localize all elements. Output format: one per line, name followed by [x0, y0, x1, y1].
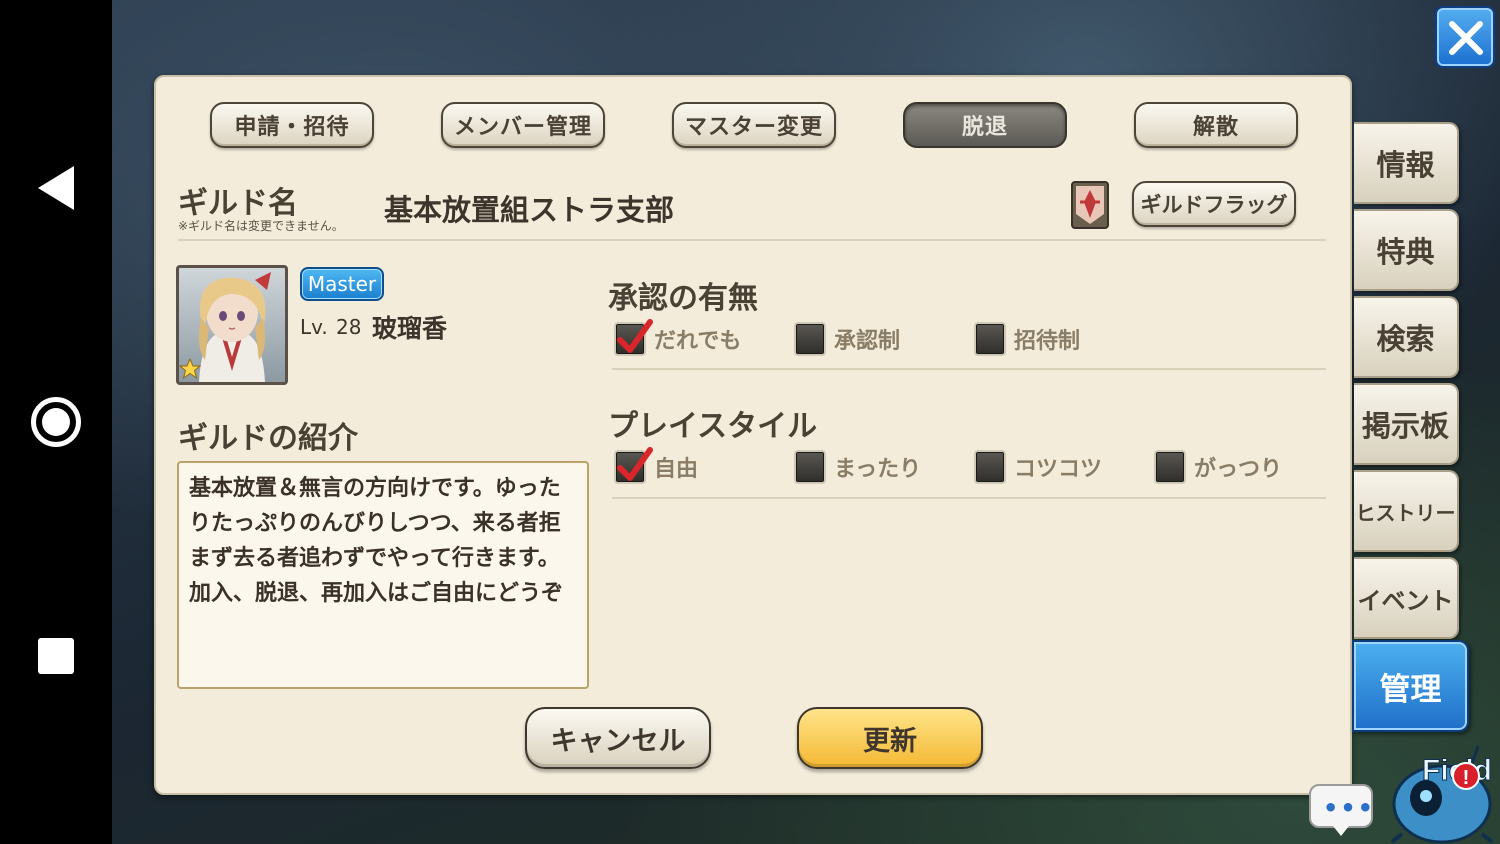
- side-tab-manage[interactable]: 管理: [1352, 640, 1469, 732]
- approval-option-invite[interactable]: 招待制: [974, 321, 1080, 357]
- playstyle-option-free[interactable]: 自由: [614, 447, 699, 485]
- home-icon[interactable]: [31, 397, 81, 447]
- option-label: だれでも: [654, 329, 742, 354]
- checkbox[interactable]: [794, 450, 826, 484]
- side-tab-search[interactable]: 検索: [1354, 296, 1459, 378]
- checkbox[interactable]: [794, 322, 826, 356]
- divider: [178, 239, 1326, 241]
- guild-intro-textarea[interactable]: 基本放置＆無言の方向けです。ゆったりたっぷりのんびりしつつ、来る者拒まず去る者追…: [177, 461, 589, 689]
- guild-flag-icon: [1071, 181, 1109, 229]
- guild-flag-button[interactable]: ギルドフラッグ: [1132, 181, 1296, 227]
- back-icon[interactable]: [38, 166, 74, 210]
- playstyle-option-steady[interactable]: コツコツ: [974, 449, 1102, 485]
- option-label: がっつり: [1194, 457, 1283, 482]
- level-label: Lv.: [300, 315, 328, 339]
- divider: [612, 368, 1326, 370]
- checkbox[interactable]: [974, 450, 1006, 484]
- side-tab-event[interactable]: イベント: [1354, 557, 1459, 639]
- guild-intro-heading: ギルドの紹介: [178, 421, 358, 456]
- avatar[interactable]: [176, 265, 288, 385]
- option-label: 招待制: [1014, 329, 1081, 354]
- field-mascot-button[interactable]: Field !: [1382, 738, 1500, 844]
- recent-apps-icon[interactable]: [38, 638, 74, 674]
- tab-master-change[interactable]: マスター変更: [672, 102, 836, 148]
- playstyle-option-hardcore[interactable]: がっつり: [1154, 449, 1282, 485]
- guild-name-label: ギルド名: [178, 186, 298, 221]
- side-tab-history[interactable]: ヒストリー: [1354, 470, 1459, 552]
- approval-heading: 承認の有無: [608, 281, 758, 316]
- checkbox[interactable]: [1154, 450, 1186, 484]
- option-label: 自由: [654, 457, 699, 482]
- guild-name: 基本放置組ストラ支部: [384, 193, 675, 227]
- chat-dots-icon: •••: [1323, 794, 1376, 822]
- tab-leave[interactable]: 脱退: [903, 102, 1067, 148]
- guild-management-panel: 申請・招待 メンバー管理 マスター変更 脱退 解散 ギルド名 ※ギルド名は変更で…: [154, 75, 1352, 795]
- star-icon: [179, 358, 201, 380]
- option-label: まったり: [834, 457, 922, 482]
- option-label: 承認制: [834, 329, 901, 354]
- android-nav-bar: [0, 0, 112, 844]
- checkbox[interactable]: [614, 319, 653, 356]
- close-icon: [1449, 21, 1483, 55]
- side-tab-info[interactable]: 情報: [1354, 122, 1459, 204]
- checkbox[interactable]: [974, 322, 1006, 356]
- checkmark-icon: [617, 319, 653, 353]
- divider: [612, 497, 1326, 499]
- checkbox[interactable]: [614, 447, 653, 484]
- checkmark-icon: [617, 447, 653, 481]
- master-badge: Master: [300, 267, 384, 301]
- side-tab-board[interactable]: 掲示板: [1354, 383, 1459, 465]
- cancel-button[interactable]: キャンセル: [525, 707, 711, 769]
- guild-name-note: ※ギルド名は変更できません。: [178, 219, 344, 233]
- approval-option-approval[interactable]: 承認制: [794, 321, 900, 357]
- player-name: 玻瑠香: [372, 314, 448, 343]
- svg-text:!: !: [1463, 767, 1470, 789]
- level-value: 28: [336, 315, 362, 339]
- playstyle-option-relaxed[interactable]: まったり: [794, 449, 921, 485]
- playstyle-heading: プレイスタイル: [608, 409, 818, 444]
- chat-button[interactable]: •••: [1309, 784, 1376, 836]
- option-label: コツコツ: [1014, 457, 1103, 482]
- update-button[interactable]: 更新: [797, 707, 983, 769]
- tab-disband[interactable]: 解散: [1134, 102, 1298, 148]
- tab-apply-invite[interactable]: 申請・招待: [210, 102, 374, 148]
- side-tab-bonus[interactable]: 特典: [1354, 209, 1459, 291]
- tab-member-management[interactable]: メンバー管理: [441, 102, 605, 148]
- approval-option-anyone[interactable]: だれでも: [614, 319, 742, 357]
- close-button[interactable]: [1435, 6, 1495, 68]
